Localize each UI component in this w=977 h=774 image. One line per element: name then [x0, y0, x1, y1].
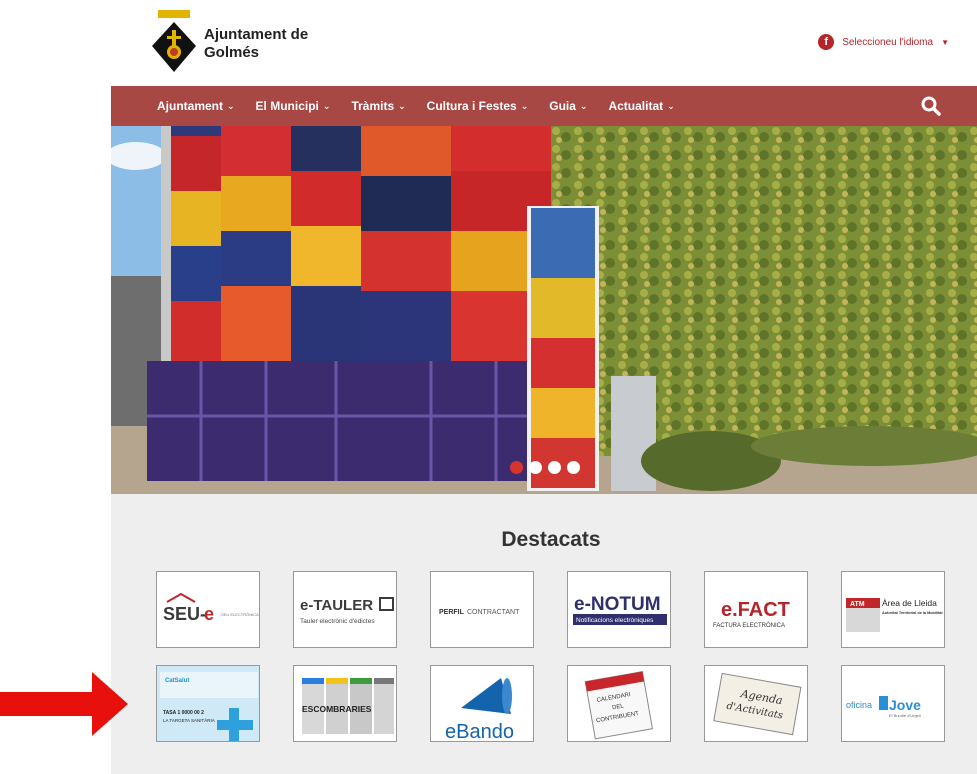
main-nav: Ajuntament ⌄ El Municipi ⌄ Tràmits ⌄ Cultur… [111, 86, 977, 126]
site-name: Ajuntament de Golmés [204, 26, 308, 62]
nav-item-tramits[interactable]: Tràmits ⌄ [351, 99, 405, 113]
carousel-dot[interactable] [510, 461, 523, 474]
chevron-down-icon: ⌄ [227, 100, 235, 111]
site-name-line1: Ajuntament de [204, 26, 309, 43]
language-selector[interactable]: f Seleccioneu l'idioma ▼ [818, 34, 949, 50]
caret-down-icon: ▼ [941, 37, 949, 47]
tile-seu-e[interactable]: SEU- e SEU ELECTRÒNICA [156, 571, 260, 648]
tile-subtext: Notificacions electròniques [576, 617, 654, 624]
tile-text: CatSalut [165, 678, 189, 684]
tile-text: PERFIL [439, 609, 465, 616]
tile-ebando[interactable]: eBando [430, 665, 534, 742]
chevron-down-icon: ⌄ [579, 100, 588, 111]
section-title: Destacats [501, 528, 601, 551]
tile-text: oficina [846, 700, 872, 710]
nav-item-ajuntament[interactable]: Ajuntament ⌄ [157, 99, 235, 113]
tile-text: SEU- [163, 604, 206, 624]
nav-item-guia[interactable]: Guia ⌄ [549, 99, 587, 113]
chevron-down-icon: ⌄ [322, 100, 331, 111]
chevron-down-icon: ⌄ [520, 100, 529, 111]
tile-escombraries[interactable]: ESCOMBRARIES [293, 665, 397, 742]
carousel-dot[interactable] [529, 461, 542, 474]
language-label[interactable]: Seleccioneu l'idioma [842, 37, 933, 48]
tile-atm-lleida[interactable]: ATM Àrea de Lleida Autoritat Territorial… [841, 571, 945, 648]
tile-calendari[interactable]: CALENDARI DEL CONTRIBUENT [567, 665, 671, 742]
nav-label: Tràmits [351, 99, 395, 113]
facebook-icon[interactable]: f [818, 34, 835, 50]
nav-item-actualitat[interactable]: Actualitat ⌄ [608, 99, 674, 113]
tile-e-tauler[interactable]: e-TAULER Tauler electrònic d'edictes [293, 571, 397, 648]
tile-text: e.FACT [721, 599, 790, 621]
tile-agenda[interactable]: Agenda d'Activitats [704, 665, 808, 742]
tile-subtext: Autoritat Territorial de la Mobilitat [882, 611, 943, 615]
tile-text: e [204, 604, 214, 624]
carousel-dot[interactable] [548, 461, 561, 474]
tile-text: e-NOTUM [574, 594, 661, 615]
tile-perfil-contractant[interactable]: PERFIL CONTRACTANT [430, 571, 534, 648]
tile-subtext: El Bundle d'Urgell [889, 713, 921, 718]
nav-label: Actualitat [608, 99, 664, 113]
tile-text: CONTRACTANT [467, 609, 520, 616]
nav-label: Guia [549, 99, 576, 113]
tile-text: e-TAULER [300, 597, 373, 614]
chevron-down-icon: ⌄ [398, 100, 406, 111]
tile-text: ESCOMBRARIES [302, 704, 372, 714]
tile-catsalut[interactable]: CatSalut TASA 1 0000 00 2 LA TARGETA SAN… [156, 665, 260, 742]
red-arrow-icon [0, 672, 128, 736]
nav-item-cultura-i-festes[interactable]: Cultura i Festes ⌄ [427, 99, 529, 113]
coat-of-arms-icon [152, 10, 196, 72]
tile-text: Àrea de Lleida [882, 598, 937, 608]
tile-oficina-jove[interactable]: oficina Jove El Bundle d'Urgell [841, 665, 945, 742]
nav-label: El Municipi [255, 99, 319, 113]
nav-label: Cultura i Festes [426, 99, 517, 113]
destacats-section: Destacats SEU- e SEU ELECTRÒNICA e-TAULE… [111, 494, 977, 774]
carousel-dots [510, 461, 580, 474]
hero-image [111, 126, 977, 494]
tile-subtext: FACTURA ELECTRÒNICA [713, 622, 785, 629]
carousel-dot[interactable] [567, 461, 580, 474]
tile-e-notum[interactable]: e-NOTUM Notificacions electròniques [567, 571, 671, 648]
hero-carousel[interactable] [111, 126, 977, 494]
chevron-down-icon: ⌄ [667, 100, 675, 111]
tile-subtext: Tauler electrònic d'edictes [300, 618, 375, 625]
search-icon[interactable] [921, 96, 941, 116]
tile-subtext: SEU ELECTRÒNICA [221, 612, 259, 617]
tile-badge: ATM [850, 601, 865, 608]
tile-subtext: TASA 1 0000 00 2 [163, 710, 204, 716]
nav-label: Ajuntament [157, 99, 223, 113]
site-logo[interactable]: Ajuntament de Golmés [150, 10, 330, 80]
tile-e-fact[interactable]: e.FACT FACTURA ELECTRÒNICA [704, 571, 808, 648]
nav-item-el-municipi[interactable]: El Municipi ⌄ [256, 99, 331, 113]
tile-text: eBando [445, 721, 514, 742]
tile-subtext: LA TARGETA SANITÀRIA [163, 717, 215, 723]
site-name-line2: Golmés [204, 44, 260, 61]
tile-text: Jove [889, 697, 921, 713]
